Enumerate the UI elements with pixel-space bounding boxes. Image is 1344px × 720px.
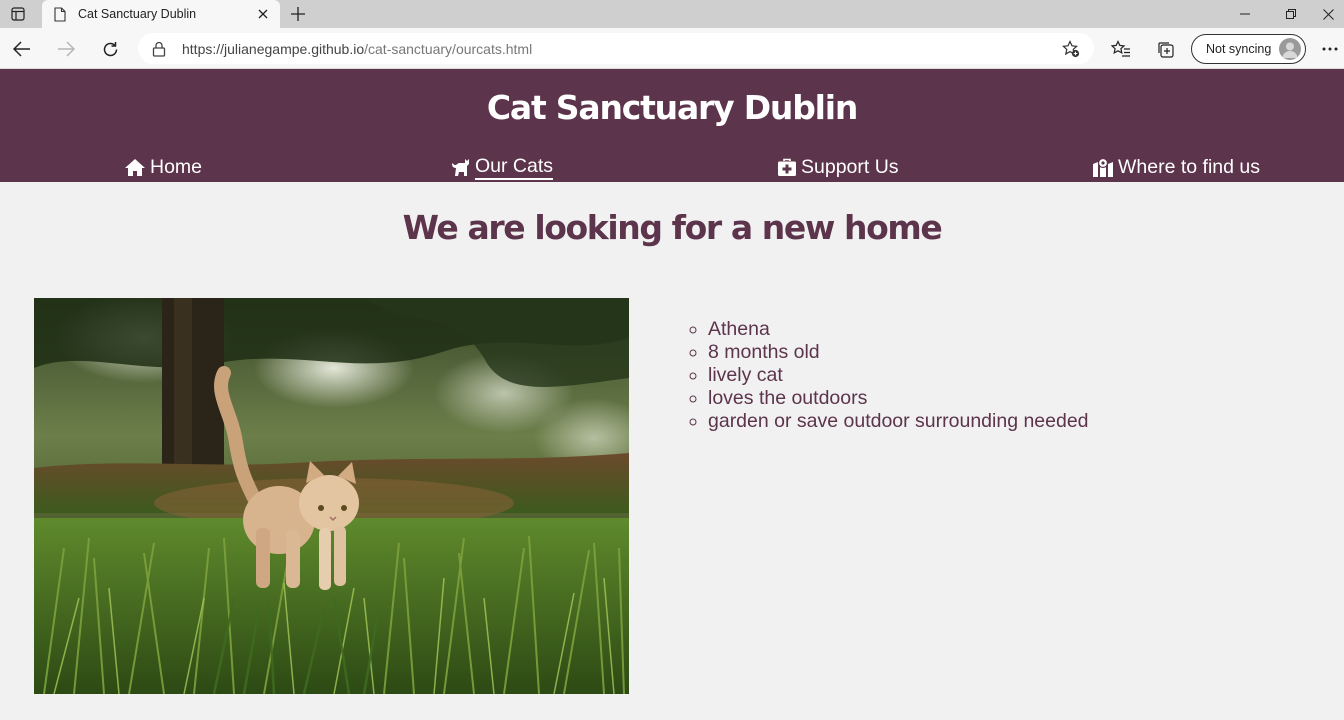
minimize-icon [1240, 13, 1250, 15]
tab-actions-button[interactable] [0, 0, 36, 28]
restore-button[interactable] [1268, 0, 1314, 28]
first-aid-icon [778, 158, 796, 176]
forward-button[interactable] [51, 34, 81, 64]
nav-link-home[interactable]: Home [124, 153, 202, 181]
list-item: Athena [708, 318, 1089, 341]
settings-more-button[interactable] [1318, 38, 1342, 60]
nav-label-where-to-find-us: Where to find us [1118, 155, 1260, 178]
nav-link-our-cats[interactable]: Our Cats [451, 153, 554, 181]
collections-button[interactable] [1154, 38, 1176, 60]
site-header: Cat Sanctuary Dublin Home Our Cats Suppo… [0, 69, 1344, 182]
arrow-left-icon [13, 41, 30, 57]
page-icon [54, 6, 66, 22]
cat-photo [34, 298, 629, 694]
new-tab-button[interactable] [286, 2, 310, 26]
url-path: /cat-sanctuary/ourcats.html [364, 40, 533, 57]
favorites-button[interactable] [1110, 38, 1132, 60]
plus-icon [291, 7, 305, 21]
collections-icon [1158, 42, 1174, 58]
close-window-button[interactable] [1312, 0, 1344, 28]
nav-link-support-us[interactable]: Support Us [777, 153, 899, 181]
restore-icon [1286, 9, 1296, 19]
close-window-icon [1322, 8, 1334, 20]
list-item: 8 months old [708, 341, 1089, 364]
browser-tab-bar: Cat Sanctuary Dublin [0, 0, 1344, 28]
cat-icon [452, 158, 469, 176]
tab-actions-icon [11, 7, 25, 21]
refresh-icon [103, 41, 117, 56]
list-item: garden or save outdoor surrounding neede… [708, 410, 1089, 433]
nav-link-where-to-find-us[interactable]: Where to find us [1092, 153, 1260, 181]
list-item: loves the outdoors [708, 387, 1089, 410]
nav-label-our-cats: Our Cats [475, 155, 554, 180]
home-icon [125, 158, 145, 176]
url-host: https://julianegampe.github.io [182, 40, 365, 57]
browser-toolbar: https://julianegampe.github.io/cat-sanct… [0, 28, 1344, 69]
nav-label-home: Home [150, 155, 203, 178]
tab-close-button[interactable] [252, 3, 274, 25]
back-button[interactable] [7, 34, 37, 64]
favorites-icon [1111, 40, 1130, 57]
profile-sync-button[interactable]: Not syncing [1191, 34, 1306, 64]
list-item: lively cat [708, 364, 1089, 387]
cat-facts-list: Athena 8 months old lively cat loves the… [708, 318, 1089, 433]
add-favorite-icon[interactable] [1062, 40, 1080, 58]
minimize-button[interactable] [1222, 0, 1268, 28]
url-text: https://julianegampe.github.io/cat-sanct… [182, 41, 532, 57]
site-title[interactable]: Cat Sanctuary Dublin [0, 88, 1344, 127]
nav-label-support-us: Support Us [801, 155, 899, 178]
tab-title: Cat Sanctuary Dublin [78, 7, 197, 21]
browser-tab[interactable]: Cat Sanctuary Dublin [42, 0, 280, 28]
avatar [1279, 38, 1301, 60]
more-icon [1322, 47, 1338, 51]
sync-label: Not syncing [1206, 42, 1272, 56]
close-icon [258, 9, 268, 19]
cat-in-grass-image [34, 298, 629, 694]
map-marker-icon [1093, 157, 1113, 177]
person-icon [1282, 42, 1298, 58]
address-bar[interactable]: https://julianegampe.github.io/cat-sanct… [138, 33, 1094, 64]
lock-icon [152, 41, 166, 57]
page-headline: We are looking for a new home [402, 208, 943, 247]
arrow-right-icon [58, 41, 75, 57]
refresh-button[interactable] [95, 34, 125, 64]
